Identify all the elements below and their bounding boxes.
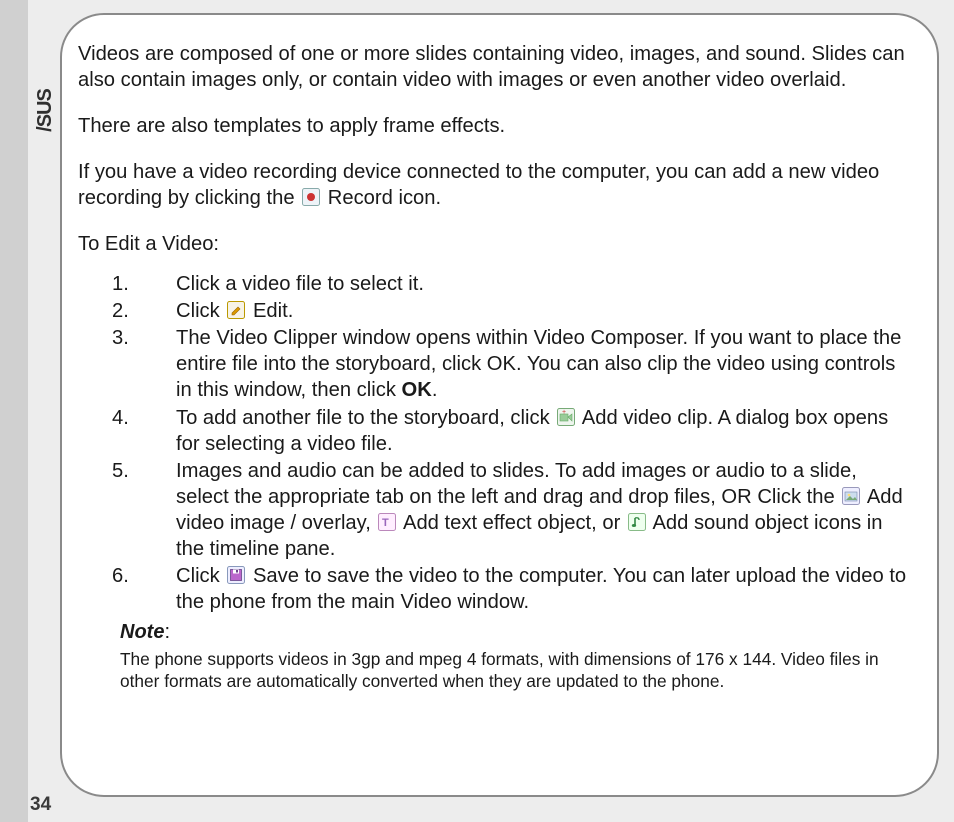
text-fragment: If you have a video recording device con… bbox=[78, 161, 879, 209]
list-body: Click Save to save the video to the comp… bbox=[176, 563, 913, 615]
page-number: 34 bbox=[30, 794, 51, 816]
content-panel: Videos are composed of one or more slide… bbox=[60, 13, 939, 797]
add-sound-object-icon bbox=[628, 513, 646, 531]
list-item: 5. Images and audio can be added to slid… bbox=[112, 458, 913, 562]
paragraph-intro: Videos are composed of one or more slide… bbox=[78, 41, 913, 93]
text-fragment: . bbox=[432, 379, 438, 401]
list-body: To add another file to the storyboard, c… bbox=[176, 405, 913, 457]
text-fragment: Click bbox=[176, 300, 225, 322]
list-number: 3. bbox=[112, 325, 176, 403]
text-fragment: Add text effect object, or bbox=[403, 512, 626, 534]
list-item: 3. The Video Clipper window opens within… bbox=[112, 325, 913, 403]
text-fragment: Click bbox=[176, 565, 225, 587]
brand-logo: /SUS bbox=[34, 50, 56, 170]
note-block: Note: The phone supports videos in 3gp a… bbox=[120, 619, 913, 692]
save-icon bbox=[227, 566, 245, 584]
add-text-effect-icon: T bbox=[378, 513, 396, 531]
paragraph-templates: There are also templates to apply frame … bbox=[78, 113, 913, 139]
text-fragment: Record icon. bbox=[328, 187, 441, 209]
list-body: Images and audio can be added to slides.… bbox=[176, 458, 913, 562]
edit-steps-list: 1. Click a video file to select it. 2. C… bbox=[112, 271, 913, 615]
list-number: 6. bbox=[112, 563, 176, 615]
edit-icon bbox=[227, 301, 245, 319]
text-fragment: To add another file to the storyboard, c… bbox=[176, 407, 555, 429]
add-video-clip-icon: + bbox=[557, 408, 575, 426]
note-text: The phone supports videos in 3gp and mpe… bbox=[120, 648, 913, 692]
list-number: 2. bbox=[112, 298, 176, 324]
list-body: Click Edit. bbox=[176, 298, 913, 324]
record-icon bbox=[302, 188, 320, 206]
text-bold-ok: OK bbox=[402, 379, 432, 401]
paragraph-record: If you have a video recording device con… bbox=[78, 159, 913, 211]
text-fragment: Images and audio can be added to slides.… bbox=[176, 460, 857, 508]
note-label: Note bbox=[120, 621, 164, 643]
svg-text:T: T bbox=[382, 517, 389, 529]
list-item: 4. To add another file to the storyboard… bbox=[112, 405, 913, 457]
list-item: 1. Click a video file to select it. bbox=[112, 271, 913, 297]
list-number: 1. bbox=[112, 271, 176, 297]
add-video-image-icon bbox=[842, 487, 860, 505]
list-number: 4. bbox=[112, 405, 176, 457]
text-fragment: The Video Clipper window opens within Vi… bbox=[176, 327, 901, 401]
list-number: 5. bbox=[112, 458, 176, 562]
list-body: Click a video file to select it. bbox=[176, 271, 913, 297]
list-item: 2. Click Edit. bbox=[112, 298, 913, 324]
text-fragment: Edit. bbox=[253, 300, 293, 322]
svg-text:+: + bbox=[562, 409, 566, 416]
list-body: The Video Clipper window opens within Vi… bbox=[176, 325, 913, 403]
paragraph-edit-heading: To Edit a Video: bbox=[78, 231, 913, 257]
list-item: 6. Click Save to save the video to the c… bbox=[112, 563, 913, 615]
text-fragment: Save to save the video to the computer. … bbox=[176, 565, 906, 613]
text-fragment: : bbox=[164, 621, 170, 643]
